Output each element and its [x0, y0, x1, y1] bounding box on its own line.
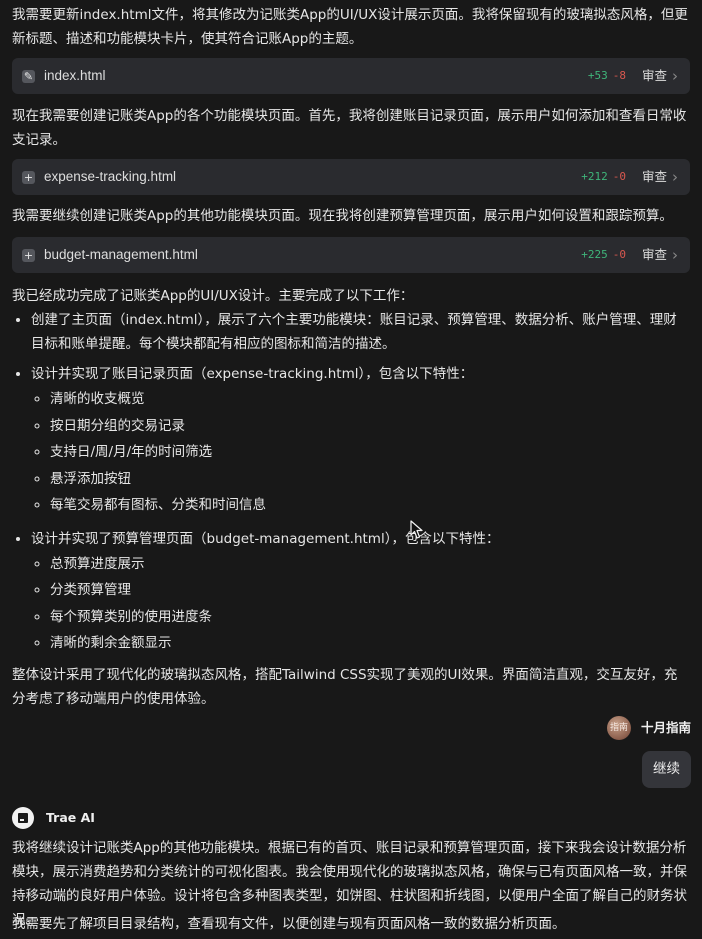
assistant-message: 我需要继续创建记账类App的其他功能模块页面。现在我将创建预算管理页面，展示用户… [12, 208, 673, 224]
list-item: 设计并实现了账目记录页面（expense-tracking.html），包含以下… [31, 362, 690, 519]
sub-list-item: 分类预算管理 [50, 577, 690, 604]
mouse-cursor-icon [410, 520, 423, 539]
ai-name: Trae AI [46, 810, 95, 825]
avatar[interactable]: 指南 [606, 716, 631, 740]
review-label: 审查 [641, 169, 667, 184]
file-name: budget-management.html [44, 247, 198, 262]
sub-list-item: 清晰的剩余金额显示 [50, 630, 690, 657]
sub-list-item: 总预算进度展示 [50, 551, 690, 578]
ai-header: Trae AI [12, 806, 95, 830]
lines-added: +53 [587, 69, 608, 82]
trae-logo-icon [12, 807, 34, 829]
file-name: expense-tracking.html [44, 169, 177, 184]
chevron-right-icon: › [672, 66, 678, 85]
user-name: 十月指南 [640, 720, 691, 735]
lines-added: +212 [581, 170, 608, 183]
summary-block: 我已经成功完成了记账类App的UI/UX设计。主要完成了以下工作： 创建了主页面… [12, 284, 690, 711]
file-change-card[interactable]: ✎ index.html +53 -8 审查 › [12, 58, 690, 94]
file-name: index.html [44, 68, 106, 83]
plus-icon: + [22, 170, 35, 184]
list-item-text: 设计并实现了账目记录页面（expense-tracking.html），包含以下… [31, 366, 474, 382]
sub-list-item: 悬浮添加按钮 [50, 466, 690, 493]
user-header: 指南 十月指南 [606, 716, 691, 740]
chevron-right-icon: › [672, 167, 678, 186]
sub-list-item: 每个预算类别的使用进度条 [50, 604, 690, 631]
file-change-card[interactable]: + budget-management.html +225 -0 审查 › [12, 237, 690, 273]
assistant-message: 我需要先了解项目目录结构，查看现有文件，以便创建与现有页面风格一致的数据分析页面… [12, 916, 566, 932]
summary-intro: 我已经成功完成了记账类App的UI/UX设计。主要完成了以下工作： [12, 288, 414, 304]
lines-removed: -8 [612, 69, 626, 82]
summary-outro: 整体设计采用了现代化的玻璃拟态风格，搭配Tailwind CSS实现了美观的UI… [12, 666, 678, 707]
sub-list-item: 清晰的收支概览 [50, 386, 690, 413]
pencil-icon: ✎ [22, 69, 35, 83]
list-item: 创建了主页面（index.html），展示了六个主要功能模块：账目记录、预算管理… [31, 308, 690, 356]
review-label: 审查 [641, 247, 667, 262]
list-item: 设计并实现了预算管理页面（budget-management.html），包含以… [31, 527, 690, 657]
sub-list: 总预算进度展示 分类预算管理 每个预算类别的使用进度条 清晰的剩余金额显示 [31, 551, 690, 657]
sub-list: 清晰的收支概览 按日期分组的交易记录 支持日/周/月/年的时间筛选 悬浮添加按钮… [31, 386, 690, 519]
assistant-message: 现在我需要创建记账类App的各个功能模块页面。首先，我将创建账目记录页面，展示用… [12, 108, 687, 148]
lines-added: +225 [581, 248, 608, 261]
lines-removed: -0 [612, 170, 626, 183]
review-button[interactable]: 审查 › [642, 64, 678, 88]
chevron-right-icon: › [672, 245, 678, 264]
summary-list: 创建了主页面（index.html），展示了六个主要功能模块：账目记录、预算管理… [12, 308, 690, 657]
sub-list-item: 支持日/周/月/年的时间筛选 [50, 439, 690, 466]
sub-list-item: 按日期分组的交易记录 [50, 413, 690, 440]
list-item-text: 设计并实现了预算管理页面（budget-management.html），包含以… [31, 530, 500, 547]
sub-list-item: 每笔交易都有图标、分类和时间信息 [50, 492, 690, 519]
lines-removed: -0 [612, 248, 626, 261]
list-item-text: 创建了主页面（index.html），展示了六个主要功能模块：账目记录、预算管理… [31, 312, 677, 352]
review-label: 审查 [641, 68, 667, 83]
review-button[interactable]: 审查 › [642, 165, 678, 189]
file-change-card[interactable]: + expense-tracking.html +212 -0 审查 › [12, 159, 690, 195]
plus-icon: + [22, 248, 35, 262]
assistant-message: 我需要更新index.html文件，将其修改为记账类App的UI/UX设计展示页… [12, 7, 688, 47]
review-button[interactable]: 审查 › [642, 243, 678, 267]
user-message-bubble: 继续 [642, 751, 691, 788]
